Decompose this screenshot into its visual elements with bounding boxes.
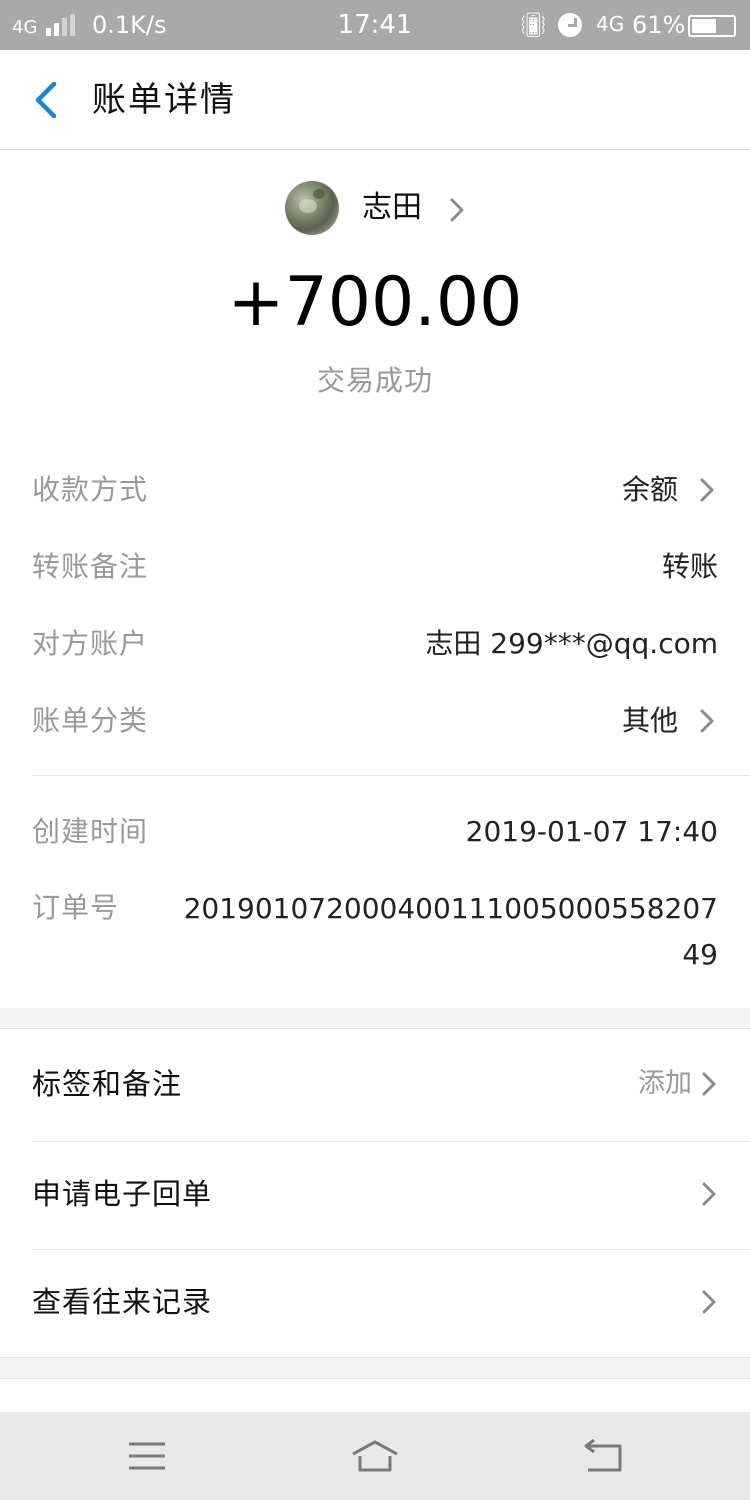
transaction-history-item[interactable]: 查看往来记录 [0, 1247, 750, 1357]
page-title: 账单详情 [92, 80, 236, 120]
menu-label: 标签和备注 [32, 1067, 183, 1101]
divider [32, 775, 750, 776]
payment-method-row[interactable]: 收款方式 余额 [32, 468, 718, 512]
electronic-receipt-item[interactable]: 申请电子回单 [0, 1139, 750, 1249]
chevron-right-icon [698, 1177, 720, 1211]
bill-category-row[interactable]: 账单分类 其他 [32, 699, 718, 743]
home-button[interactable] [351, 1434, 399, 1478]
tags-and-notes-item[interactable]: 标签和备注 添加 [0, 1029, 750, 1139]
back-arrow-icon [35, 81, 57, 119]
alarm-icon [558, 13, 582, 37]
menu-button[interactable] [123, 1434, 171, 1478]
order-number: 20190107200040011100500055820749 [183, 892, 718, 971]
detail-value: 余额 [621, 473, 678, 506]
payer-name: 志田 [362, 190, 422, 225]
chevron-right-icon [696, 704, 718, 738]
return-icon [584, 1438, 622, 1472]
detail-value: 其他 [621, 704, 678, 737]
detail-label: 收款方式 [32, 473, 149, 506]
avatar [285, 181, 339, 235]
network-type-secondary: 4G [596, 12, 625, 36]
vibrate-icon: 📳︎ [518, 11, 549, 39]
transaction-amount: +700.00 [227, 263, 523, 342]
status-bar: 4G 0.1K/s 17:41 📳︎ 4G 61% [0, 0, 750, 50]
transfer-note-row: 转账备注 转账 [32, 545, 718, 589]
chevron-right-icon [698, 1285, 720, 1319]
system-navigation-bar [0, 1412, 750, 1500]
actions-section: 标签和备注 添加 申请电子回单 查看往来记录 [0, 1028, 750, 1358]
detail-label: 转账备注 [32, 550, 149, 583]
menu-label: 申请电子回单 [32, 1177, 213, 1211]
back-button[interactable] [24, 76, 72, 124]
chevron-right-icon [696, 473, 718, 507]
chevron-right-icon [698, 1067, 720, 1101]
battery-percent: 61% [632, 11, 686, 39]
battery-fill [692, 19, 716, 33]
bill-detail-card: 志田 +700.00 交易成功 收款方式 余额 转账备注 转账 对方账户 志田 … [0, 151, 750, 1008]
navigation-bar: 账单详情 [0, 50, 750, 150]
detail-value: 志田 299***@qq.com [425, 627, 718, 660]
order-number-row: 订单号 20190107200040011100500055820749 [32, 886, 718, 978]
detail-value: 转账 [661, 550, 718, 583]
menu-icon [129, 1442, 165, 1470]
detail-label: 订单号 [32, 891, 120, 924]
chevron-right-icon [446, 193, 468, 227]
detail-label: 账单分类 [32, 704, 149, 737]
detail-label: 对方账户 [32, 627, 149, 660]
home-icon [352, 1440, 398, 1472]
battery-icon [688, 15, 736, 37]
add-link[interactable]: 添加 [638, 1062, 692, 1106]
detail-value: 2019-01-07 17:40 [465, 815, 718, 848]
detail-label: 创建时间 [32, 815, 149, 848]
menu-label: 查看往来记录 [32, 1285, 213, 1319]
back-system-button[interactable] [580, 1434, 628, 1478]
counterparty-account-row: 对方账户 志田 299***@qq.com [32, 622, 718, 666]
transaction-status: 交易成功 [316, 364, 433, 397]
created-time-row: 创建时间 2019-01-07 17:40 [32, 810, 718, 854]
payer-row[interactable]: 志田 [0, 181, 750, 237]
